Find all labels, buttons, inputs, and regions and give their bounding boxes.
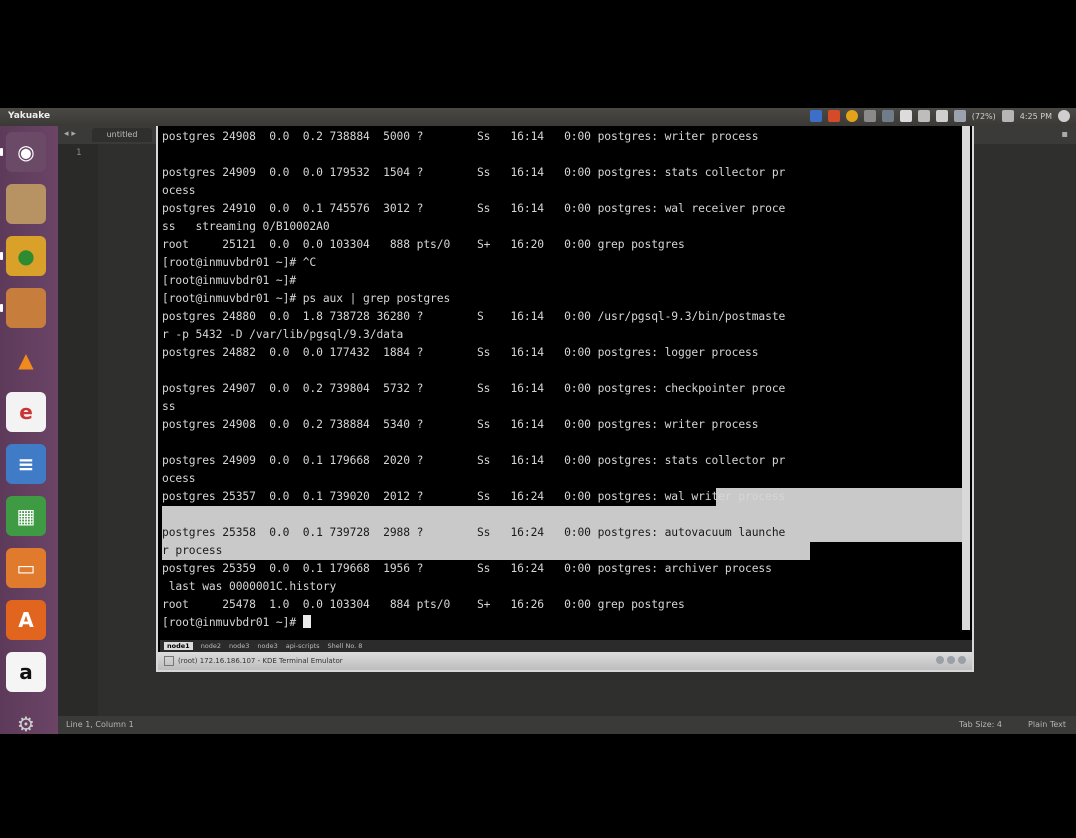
editor-status-bar: Line 1, Column 1 Tab Size: 4 Plain Text <box>58 716 1076 734</box>
terminal-line: postgres 24910 0.0 0.1 745576 3012 ? Ss … <box>162 202 786 215</box>
terminal-line: r -p 5432 -D /var/lib/pgsql/9.3/data <box>162 328 404 341</box>
terminal-line: ocess <box>162 472 196 485</box>
terminal-output[interactable]: postgres 24908 0.0 0.2 738884 5000 ? Ss … <box>162 128 962 632</box>
letterbox-bottom <box>0 734 1076 838</box>
clock[interactable]: 4:25 PM <box>1020 112 1052 121</box>
terminal-line: postgres 24882 0.0 0.0 177432 1884 ? Ss … <box>162 346 759 359</box>
network-icon[interactable] <box>881 110 894 122</box>
editor-tab-untitled[interactable]: untitled <box>92 128 152 142</box>
terminal-line: postgres 25358 0.0 0.1 739728 2988 ? Ss … <box>162 526 786 539</box>
terminal-line: [root@inmuvbdr01 ~]# <box>162 614 962 632</box>
terminal-line: [root@inmuvbdr01 ~]# ^C <box>162 256 317 269</box>
tab-scroll-arrows-icon[interactable]: ◂ ▸ <box>64 129 76 139</box>
terminal-line: ss streaming 0/B10002A0 <box>162 220 330 233</box>
amazon-icon[interactable]: a <box>6 652 46 692</box>
letterbox-top <box>0 0 1076 108</box>
terminal-line: r process <box>162 544 223 557</box>
running-indicator <box>0 304 3 312</box>
line-number: 1 <box>76 148 82 158</box>
calc-icon[interactable]: ▦ <box>6 496 46 536</box>
konsole-tab[interactable]: node3 <box>229 642 249 650</box>
konsole-tab[interactable]: api-scripts <box>286 642 320 650</box>
top-panel: Yakuake (72%) 4:25 PM <box>0 108 1076 126</box>
writer-icon[interactable]: ≡ <box>6 444 46 484</box>
launcher: ◉ ● ▲ e ≡ ▦ ▭ Aa ⚙ <box>0 126 59 734</box>
running-indicator <box>0 148 3 156</box>
konsole-tab[interactable]: node1 <box>164 642 193 650</box>
terminal-line: postgres 24880 0.0 1.8 738728 36280 ? S … <box>162 310 786 323</box>
terminal-line: postgres 24908 0.0 0.2 738884 5000 ? Ss … <box>162 130 759 143</box>
system-tray: (72%) 4:25 PM <box>809 110 1070 122</box>
tab-size-selector[interactable]: Tab Size: 4 <box>959 720 1002 729</box>
terminal-line: postgres 25359 0.0 0.1 179668 1956 ? Ss … <box>162 562 772 575</box>
terminal-line: root 25121 0.0 0.0 103304 888 pts/0 S+ 1… <box>162 238 685 251</box>
konsole-tab[interactable]: node3 <box>257 642 277 650</box>
image-viewer-icon[interactable] <box>6 288 46 328</box>
terminal-line: [root@inmuvbdr01 ~]# <box>162 274 297 287</box>
window-title: (root) 172.16.186.107 - KDE Terminal Emu… <box>178 657 343 665</box>
software-center-icon[interactable]: A <box>6 600 46 640</box>
hp-icon[interactable] <box>809 110 822 122</box>
running-indicator <box>0 252 3 260</box>
line-gutter: 1 <box>58 144 98 716</box>
syntax-selector[interactable]: Plain Text <box>1028 720 1066 729</box>
maximize-button[interactable] <box>947 656 955 664</box>
mail-icon[interactable] <box>935 110 948 122</box>
app-title: Yakuake <box>8 111 51 121</box>
volume-icon[interactable] <box>1001 110 1014 122</box>
terminal-line: postgres 24908 0.0 0.2 738884 5340 ? Ss … <box>162 418 759 431</box>
konsole-tab[interactable]: Shell No. 8 <box>328 642 363 650</box>
terminal-line: postgres 24909 0.0 0.0 179532 1504 ? Ss … <box>162 166 786 179</box>
battery-icon[interactable] <box>953 110 966 122</box>
ubuntu-dash-icon[interactable]: ◉ <box>6 132 46 172</box>
files-icon[interactable] <box>6 184 46 224</box>
terminal-window[interactable]: postgres 24908 0.0 0.2 738884 5000 ? Ss … <box>156 126 974 672</box>
text-editor-icon[interactable]: e <box>6 392 46 432</box>
terminal-line: postgres 24907 0.0 0.2 739804 5732 ? Ss … <box>162 382 786 395</box>
terminal-cursor <box>302 615 311 628</box>
minimize-button[interactable] <box>936 656 944 664</box>
vlc-icon[interactable]: ▲ <box>6 340 46 380</box>
cursor-position: Line 1, Column 1 <box>66 720 134 729</box>
chrome-tray-icon[interactable] <box>845 110 858 122</box>
desktop: Yakuake (72%) 4:25 PM ◉ ● ▲ e ≡ ▦ ▭ Aa ⚙ ◂ ▸ unt… <box>0 108 1076 734</box>
app-indicator-icon[interactable] <box>827 110 840 122</box>
scrollbar[interactable] <box>962 126 970 630</box>
bluetooth-icon[interactable] <box>917 110 930 122</box>
power-gear-icon[interactable] <box>1058 110 1070 122</box>
dropbox-icon[interactable] <box>899 110 912 122</box>
terminal-line: [root@inmuvbdr01 ~]# ps aux | grep postg… <box>162 292 451 305</box>
terminal-line: postgres 25357 0.0 0.1 739020 2012 ? Ss … <box>162 490 786 503</box>
impress-icon[interactable]: ▭ <box>6 548 46 588</box>
settings-icon[interactable]: ⚙ <box>6 704 46 734</box>
terminal-icon <box>164 656 174 666</box>
terminal-line: last was 0000001C.history <box>162 580 337 593</box>
terminal-titlebar[interactable]: (root) 172.16.186.107 - KDE Terminal Emu… <box>158 652 972 670</box>
konsole-tab[interactable]: node2 <box>201 642 221 650</box>
chrome-icon[interactable]: ● <box>6 236 46 276</box>
terminal-line: ocess <box>162 184 196 197</box>
close-button[interactable] <box>958 656 966 664</box>
close-icon[interactable]: ▪ <box>1061 129 1068 140</box>
konsole-tab-bar: node1 node2 node3 node3 api-scripts Shell No.… <box>160 640 972 652</box>
terminal-line: postgres 24909 0.0 0.1 179668 2020 ? Ss … <box>162 454 786 467</box>
terminal-line: root 25478 1.0 0.0 103304 884 pts/0 S+ 1… <box>162 598 685 611</box>
keyboard-icon[interactable] <box>863 110 876 122</box>
window-buttons <box>936 656 966 664</box>
battery-percent: (72%) <box>971 111 996 121</box>
terminal-line: ss <box>162 400 176 413</box>
